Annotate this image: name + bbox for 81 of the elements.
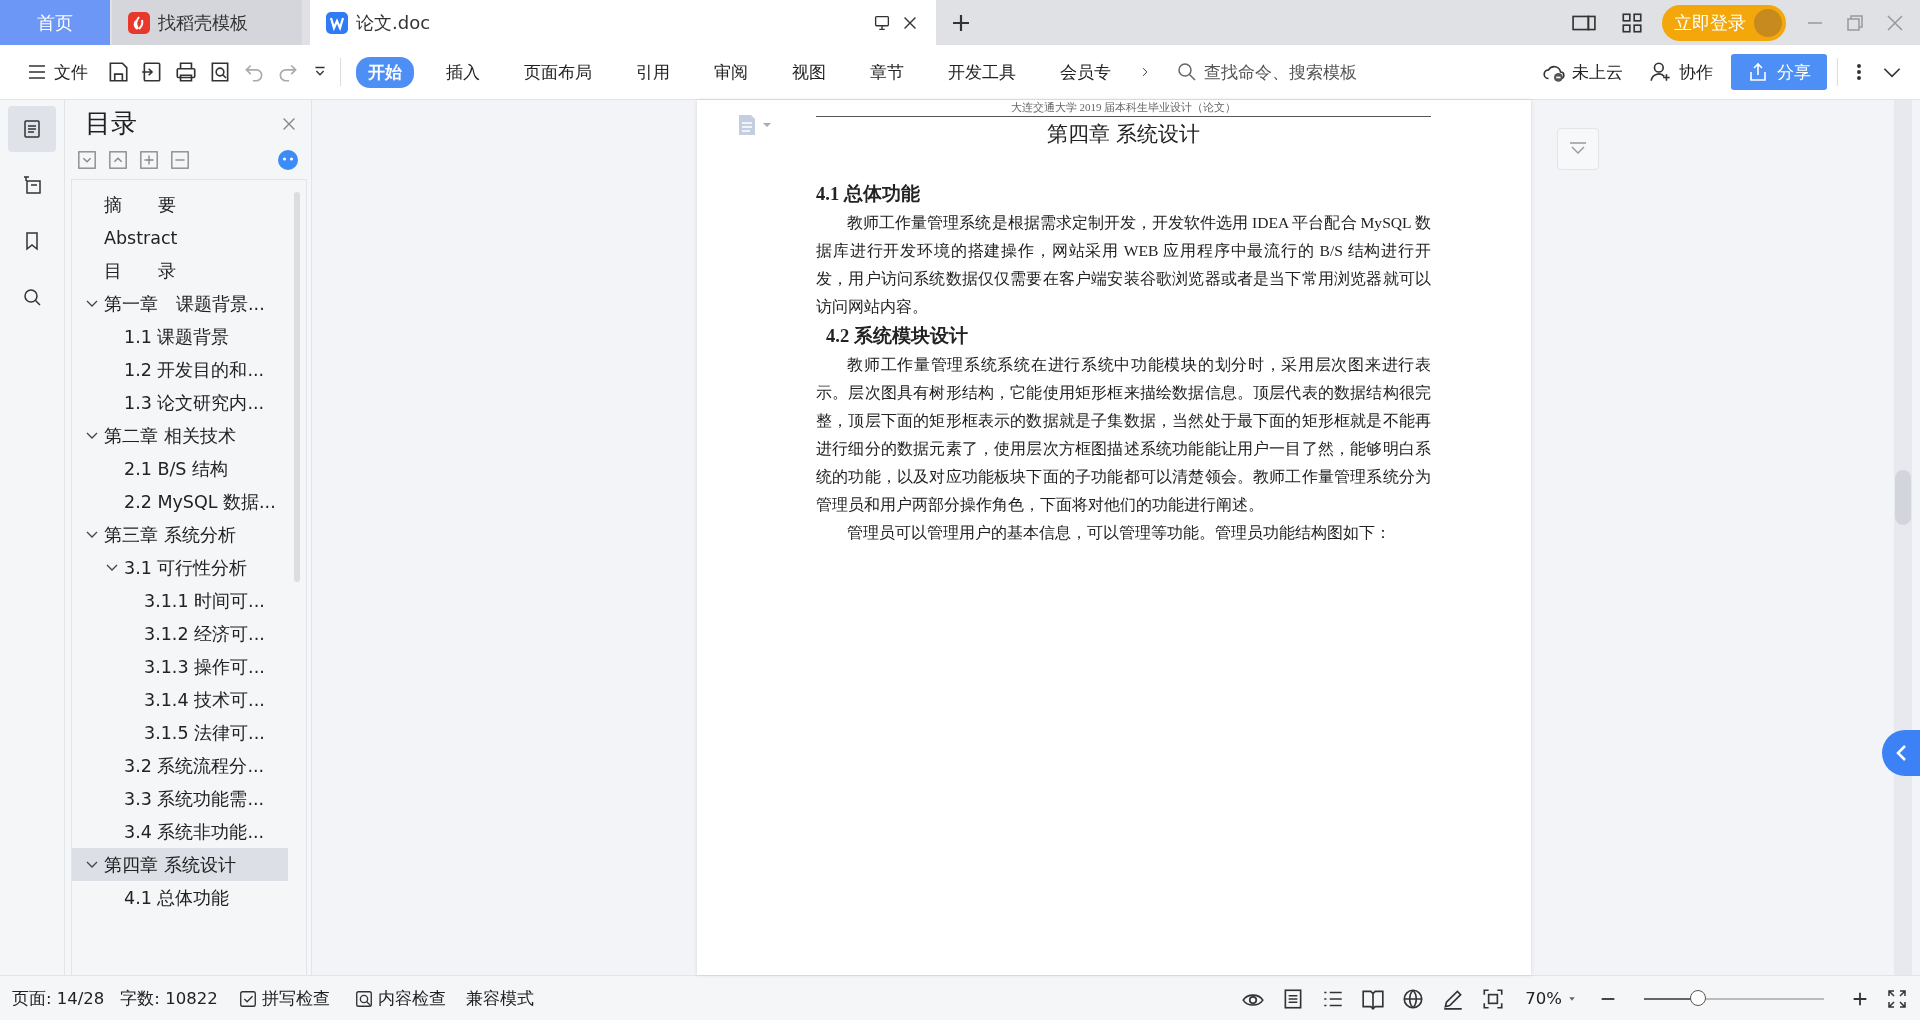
toc-item[interactable]: 1.1 课题背景: [72, 320, 288, 353]
remove-icon[interactable]: [170, 150, 190, 170]
grid-icon[interactable]: [1620, 10, 1644, 35]
tab[interactable]: 找稻壳模板: [112, 0, 302, 45]
toc-item[interactable]: 3.1.2 经济可...: [72, 617, 288, 650]
zoom-slider-thumb[interactable]: [1690, 989, 1706, 1006]
word-count: 字数: 10822: [120, 987, 218, 1010]
fullscreen-icon[interactable]: [1886, 987, 1908, 1010]
toc-item[interactable]: 摘 要: [72, 188, 288, 221]
section-heading: 4.1 总体功能: [816, 183, 921, 206]
chevron-left-icon: [1895, 744, 1907, 762]
toc-item[interactable]: 3.1.3 操作可...: [72, 650, 288, 683]
toc-item[interactable]: 3.1 可行性分析: [72, 551, 288, 584]
sidebar-button[interactable]: [8, 106, 56, 152]
ribbon-tab[interactable]: 插入: [434, 56, 492, 88]
paragraph: 教师工作量管理系统是根据需求定制开发，开发软件选用 IDEA 平台配合 MySQL 数据库进行开发环境的搭建操作，网站采用 WEB 应用程序中最流行的 B/S 结构进行开发，用户访问系统数据仅仅需要在客户端安装谷歌浏览器或者是当下常用浏览器就可以访问网站内容。: [816, 213, 1431, 317]
chevron-down-icon[interactable]: [86, 530, 98, 539]
toc-item[interactable]: 目 录: [72, 254, 288, 287]
outline-icon: [21, 174, 43, 196]
content-check-button[interactable]: 内容检查: [349, 985, 450, 1012]
add-icon[interactable]: [139, 150, 159, 170]
toc-item[interactable]: 2.1 B/S 结构: [72, 452, 288, 485]
search-field[interactable]: 查找命令、搜索模板: [1176, 61, 1496, 83]
zoom-level-dropdown[interactable]: 70%: [1521, 987, 1582, 1010]
toc-item[interactable]: 1.3 论文研究内...: [72, 386, 288, 419]
search-icon: [21, 286, 43, 308]
paragraph: 管理员可以管理用户的基本信息，可以管理等功能。管理员功能结构图如下：: [846, 523, 1393, 543]
share-icon: [1747, 61, 1769, 83]
chevron-down-icon[interactable]: [86, 431, 98, 440]
cloud-status-button[interactable]: 未上云: [1534, 56, 1631, 88]
chevron-down-icon: [1569, 142, 1587, 156]
paragraph: 教师工作量管理系统系统在进行系统中功能模块的划分时，采用层次图来进行表示。层次图具有树形结构，它能使用矩形框来描绘数据信息。顶层代表的数据结构很完整，顶层下面的矩形框表示的数据就是子集数据，当然处于最下面的矩形框就是不能再进行细分的数据元素了，使用层次方框图描述系统功能能让用户一目了然，能够明白系统的功能，以及对应功能板块下面的子功能都可以清楚领会。教师工作量管理系统分为管理员和用户两部分操作角色，下面将对他们的功能进行阐述。: [816, 355, 1431, 515]
document-list-icon: [21, 118, 43, 140]
chevron-down-icon[interactable]: [106, 563, 118, 572]
toc-item[interactable]: 3.1.5 法律可...: [72, 716, 288, 749]
toc-item[interactable]: 3.3 系统功能需...: [72, 782, 288, 815]
toc-item[interactable]: 3.1.4 技术可...: [72, 683, 288, 716]
chapter-title: 第四章 系统设计: [1046, 121, 1201, 148]
panel-title: 目录: [85, 107, 138, 140]
magnifier-icon: [353, 988, 374, 1009]
compat-mode: 兼容模式: [465, 987, 534, 1010]
running-header: 大连交通大学 2019 届本科生毕业设计（论文）: [816, 100, 1431, 117]
expand-all-icon[interactable]: [108, 150, 128, 170]
chevron-down-icon[interactable]: [86, 299, 98, 308]
ribbon-tab[interactable]: 页面布局: [512, 56, 604, 88]
chevron-down-icon[interactable]: [86, 860, 98, 869]
ribbon-tab[interactable]: 章节: [858, 56, 916, 88]
toc-item[interactable]: 1.2 开发目的和...: [72, 353, 288, 386]
add-user-icon: [1649, 60, 1673, 84]
ribbon-tab[interactable]: 视图: [780, 56, 838, 88]
toc-item[interactable]: 第二章 相关技术: [72, 419, 288, 452]
ribbon-tab[interactable]: 会员专: [1048, 56, 1123, 88]
spell-check-button[interactable]: 拼写检查: [233, 985, 334, 1012]
toc-item[interactable]: 第四章 系统设计: [72, 848, 288, 881]
scrollbar-thumb[interactable]: [1895, 470, 1911, 525]
toc-item[interactable]: 3.4 系统非功能...: [72, 815, 288, 848]
toc-item[interactable]: 第一章 课题背景...: [72, 287, 288, 320]
section-heading: 4.2 系统模块设计: [825, 324, 969, 348]
w-logo-icon: [326, 11, 348, 34]
collaborate-button[interactable]: 协作: [1641, 56, 1721, 88]
ribbon-tab[interactable]: 引用: [624, 56, 682, 88]
search-icon: [1176, 61, 1198, 83]
tab[interactable]: 论文.doc: [310, 0, 936, 45]
toc-item[interactable]: 4.1 总体功能: [72, 881, 288, 914]
toc-item[interactable]: 2.2 MySQL 数据...: [72, 485, 288, 518]
ribbon-tab[interactable]: 审阅: [702, 56, 760, 88]
expand-panel-button[interactable]: [1882, 730, 1920, 776]
collapse-all-icon[interactable]: [77, 150, 97, 170]
toc-item[interactable]: Abstract: [72, 221, 288, 254]
toc-item[interactable]: 3.1.1 时间可...: [72, 584, 288, 617]
flame-logo-icon: [128, 11, 150, 34]
assistant-icon[interactable]: [277, 149, 299, 171]
file-menu[interactable]: 文件: [18, 56, 96, 88]
ribbon-tab[interactable]: 开发工具: [936, 56, 1028, 88]
toc-item[interactable]: 第三章 系统分析: [72, 518, 288, 551]
toc-item[interactable]: 3.2 系统流程分...: [72, 749, 288, 782]
fit-page-icon[interactable]: [1481, 986, 1506, 1011]
print-icon[interactable]: [174, 60, 198, 84]
page-count: 页面: 14/28: [12, 987, 105, 1010]
avatar-icon: [1754, 8, 1782, 37]
check-box-icon: [237, 988, 258, 1009]
